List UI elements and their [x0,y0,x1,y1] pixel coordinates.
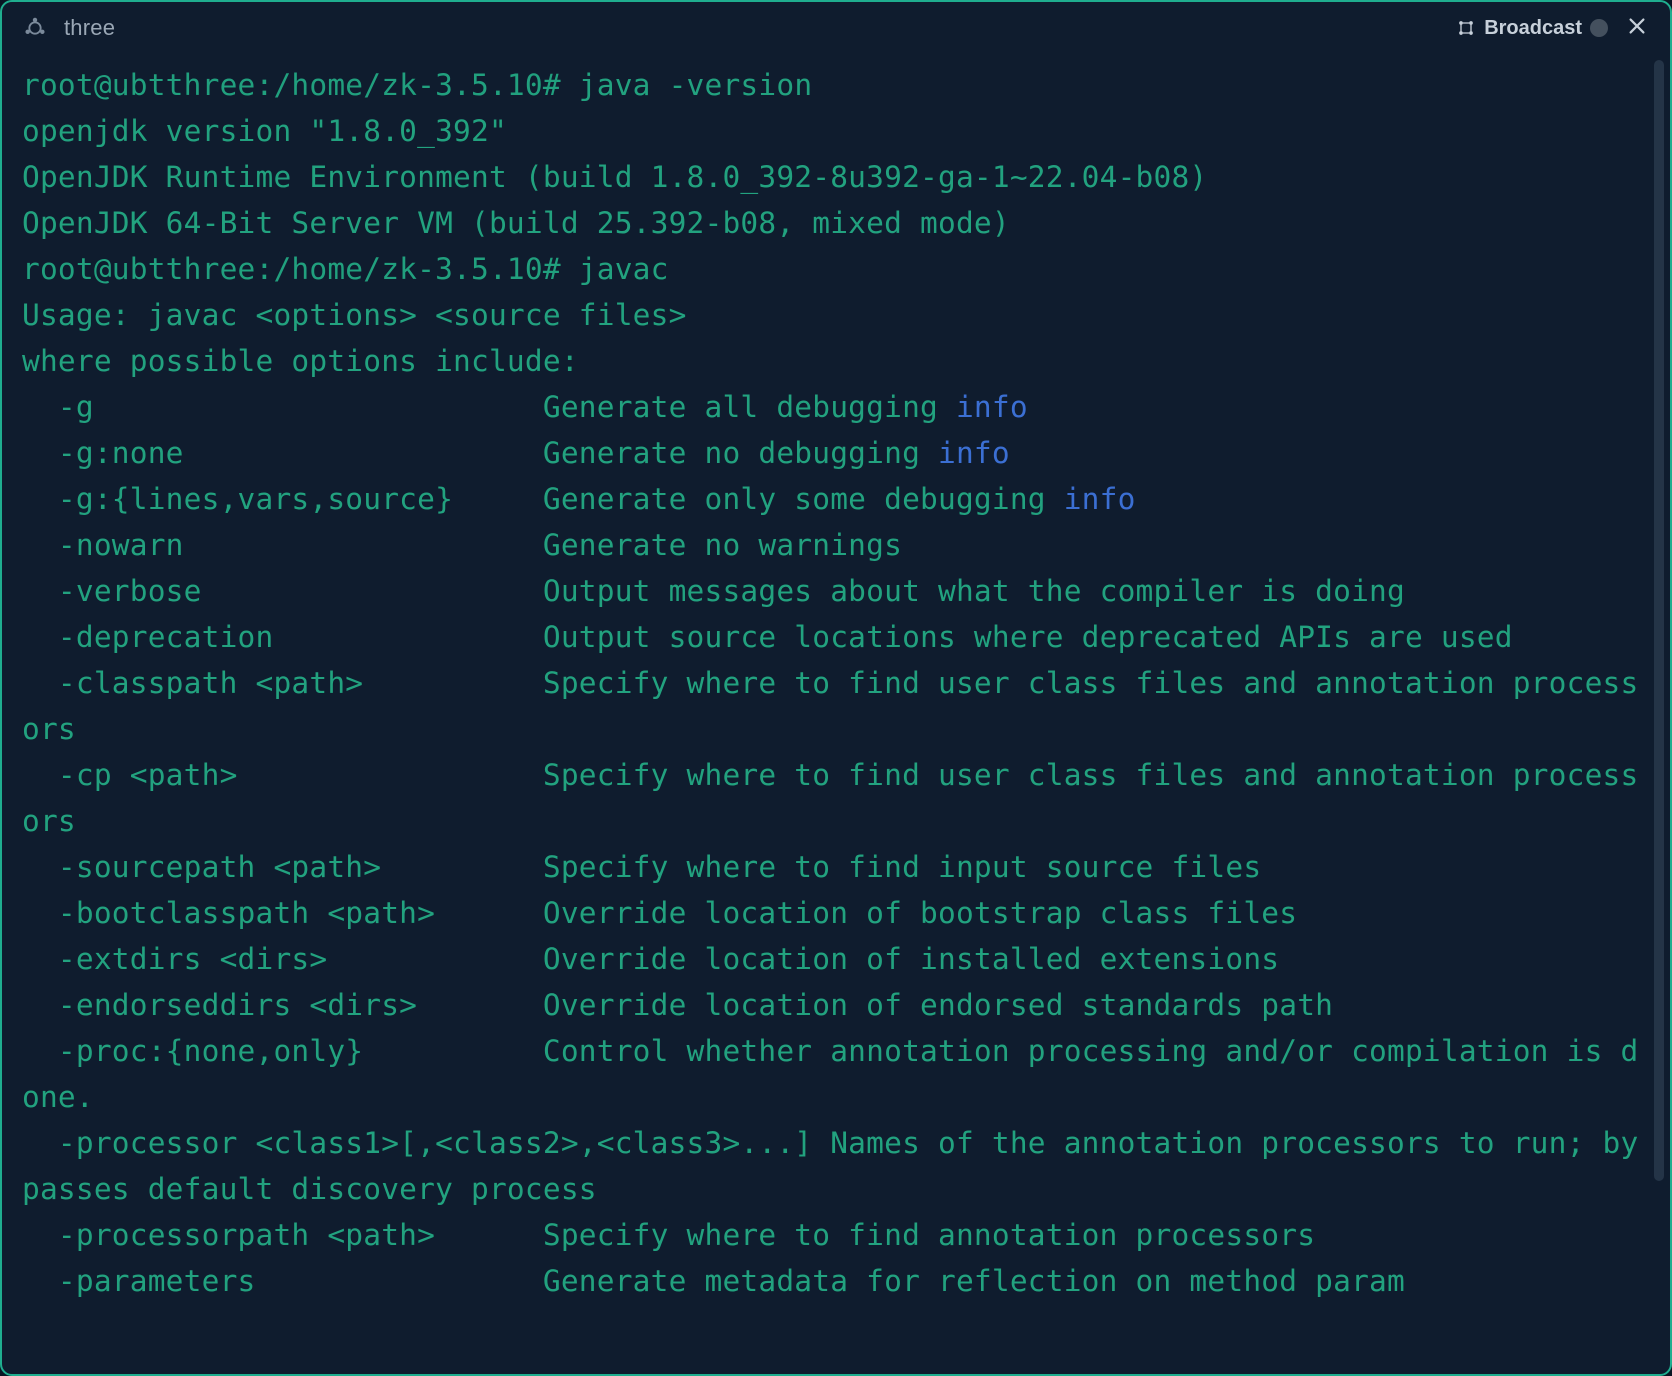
ubuntu-icon [24,17,46,39]
titlebar: three Broadcast [2,2,1670,54]
terminal-window: three Broadcast root@ubtthree:/home/zk-3… [0,0,1672,1376]
tab-title: three [64,15,115,41]
broadcast-icon [1456,18,1476,38]
broadcast-label: Broadcast [1484,17,1582,40]
broadcast-status-dot [1590,19,1608,37]
close-button[interactable] [1626,15,1648,41]
scrollbar-thumb[interactable] [1654,60,1664,1181]
terminal-output[interactable]: root@ubtthree:/home/zk-3.5.10# java -ver… [22,62,1656,1366]
broadcast-button[interactable]: Broadcast [1456,17,1608,40]
scrollbar[interactable] [1654,60,1664,1364]
